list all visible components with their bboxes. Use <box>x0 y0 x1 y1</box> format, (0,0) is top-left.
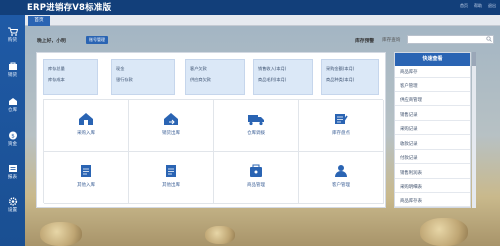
quick-view-panel: 快速查看 商品库存 客户管理 供应商管理 销售记录 采购记录 收款记录 付款记录… <box>394 52 471 208</box>
sidebar-item-label: 报表 <box>7 175 18 180</box>
other-in-icon <box>81 165 91 177</box>
tile-label: 仓库调拨 <box>247 131 265 136</box>
stat-label: 库存成本 <box>48 77 65 82</box>
tab-home[interactable]: 首页 <box>28 16 50 26</box>
tile-inventory-check[interactable]: 库存盘点 <box>299 100 384 152</box>
stat-label: 客户欠款 <box>190 66 207 71</box>
sidebar-item-label: 仓库 <box>7 108 18 113</box>
stat-label: 现金 <box>116 66 125 71</box>
shortcut-grid: 采购入库 销货出库 仓库调拨 库存盘点 其他入库 其他出库 商品管理 客户管理 <box>43 99 384 204</box>
account-badge[interactable]: 账号管理 <box>86 36 108 44</box>
quick-item[interactable]: 采购记录 <box>395 124 470 135</box>
app-title: ERP进销存V8标准版 <box>27 3 112 13</box>
background-hay-bale <box>420 218 468 246</box>
quick-item[interactable]: 商品库存 <box>395 67 470 78</box>
tile-label: 商品管理 <box>247 183 265 188</box>
tile-sales-out[interactable]: 销货出库 <box>129 100 214 152</box>
sidebar-item-settings[interactable]: 设置 <box>0 196 25 220</box>
tile-customers[interactable]: 客户管理 <box>299 152 384 204</box>
other-out-icon <box>166 165 176 177</box>
tile-label: 采购入库 <box>77 131 95 136</box>
quick-item[interactable]: 客户管理 <box>395 81 470 92</box>
top-links: 首页 帮助 退出 <box>460 3 496 9</box>
quick-item[interactable]: 采购明细表 <box>395 182 470 193</box>
sidebar-item-label: 资金 <box>7 142 18 147</box>
stock-search-input[interactable] <box>407 35 494 44</box>
stat-label: 银行存款 <box>116 77 133 82</box>
stat-label: 采购金额(本月) <box>326 66 355 71</box>
tile-label: 其他入库 <box>77 183 95 188</box>
tile-label: 其他出库 <box>162 183 180 188</box>
sales-icon <box>8 62 17 70</box>
stat-label: 供应商欠款 <box>190 77 211 82</box>
tile-goods[interactable]: 商品管理 <box>214 152 299 204</box>
sidebar-item-label: 设置 <box>7 208 18 213</box>
truck-icon <box>248 115 264 126</box>
inventory-check-icon <box>335 114 348 124</box>
stat-card: 库存总量 库存成本 <box>43 59 98 95</box>
stats-row: 库存总量 库存成本 现金 银行存款 客户欠款 供应商欠款 销售收入(本月) 商品… <box>43 59 381 95</box>
gear-icon <box>8 197 17 206</box>
money-icon: $ <box>8 131 17 140</box>
stock-query-link[interactable]: 库存查询 <box>382 37 400 43</box>
quick-view-title: 快速查看 <box>395 53 470 66</box>
sales-out-icon <box>164 113 178 125</box>
background-hay-bale <box>40 222 82 246</box>
cart-icon <box>7 27 18 36</box>
top-link-logout[interactable]: 退出 <box>488 3 496 9</box>
quick-item[interactable]: 付款记录 <box>395 153 470 164</box>
dashboard-panel: 库存总量 库存成本 现金 银行存款 客户欠款 供应商欠款 销售收入(本月) 商品… <box>36 52 386 208</box>
quick-view-scroll-thumb[interactable] <box>472 52 476 66</box>
tile-label: 客户管理 <box>332 183 350 188</box>
quick-item[interactable]: 销售记录 <box>395 110 470 121</box>
report-icon <box>8 165 17 172</box>
warehouse-icon <box>8 98 17 105</box>
tile-label: 库存盘点 <box>332 131 350 136</box>
customer-icon <box>335 165 347 177</box>
sidebar-item-label: 销货 <box>7 73 18 78</box>
quick-item[interactable]: 商品库存表 <box>395 196 470 207</box>
sidebar-item-label: 购货 <box>7 38 18 43</box>
top-link-help[interactable]: 帮助 <box>474 3 482 9</box>
goods-icon <box>250 164 262 177</box>
sidebar: 购货 销货 仓库 $ 资金 报表 设置 <box>0 15 25 246</box>
tab-bar: 首页 <box>25 15 500 26</box>
greeting-bar: 晚上好，小明 账号管理 库存预警 库存查询 <box>25 26 500 52</box>
svg-text:$: $ <box>11 134 15 140</box>
stat-card: 客户欠款 供应商欠款 <box>185 59 245 95</box>
sidebar-item-warehouse[interactable]: 仓库 <box>0 96 25 120</box>
sidebar-item-purchase[interactable]: 购货 <box>0 26 25 50</box>
background-hay-bale <box>205 226 235 244</box>
sidebar-item-funds[interactable]: $ 资金 <box>0 130 25 154</box>
quick-view-scrollbar[interactable] <box>472 52 476 208</box>
quick-item[interactable]: 供应商管理 <box>395 95 470 106</box>
stat-label: 商品毛利(本月) <box>258 77 287 82</box>
quick-item[interactable]: 收款记录 <box>395 139 470 150</box>
sidebar-item-reports[interactable]: 报表 <box>0 163 25 187</box>
tile-label: 销货出库 <box>162 131 180 136</box>
sidebar-item-sales[interactable]: 销货 <box>0 61 25 85</box>
top-bar: ERP进销存V8标准版 首页 帮助 退出 <box>0 0 500 15</box>
stock-warning-link[interactable]: 库存预警 <box>355 37 374 44</box>
greeting-text: 晚上好，小明 <box>37 39 66 44</box>
purchase-in-icon <box>79 113 93 125</box>
search-icon[interactable] <box>486 36 492 42</box>
stat-card: 采购金额(本月) 商品种类(本月) <box>321 59 379 95</box>
quick-item[interactable]: 销售利润表 <box>395 168 470 179</box>
tile-transfer[interactable]: 仓库调拨 <box>214 100 299 152</box>
top-link-home[interactable]: 首页 <box>460 3 468 9</box>
stat-card: 现金 银行存款 <box>111 59 175 95</box>
tile-purchase-in[interactable]: 采购入库 <box>44 100 129 152</box>
tile-other-in[interactable]: 其他入库 <box>44 152 129 204</box>
tile-other-out[interactable]: 其他出库 <box>129 152 214 204</box>
stat-card: 销售收入(本月) 商品毛利(本月) <box>253 59 313 95</box>
stat-label: 商品种类(本月) <box>326 77 355 82</box>
stat-label: 库存总量 <box>48 66 65 71</box>
stat-label: 销售收入(本月) <box>258 66 287 71</box>
